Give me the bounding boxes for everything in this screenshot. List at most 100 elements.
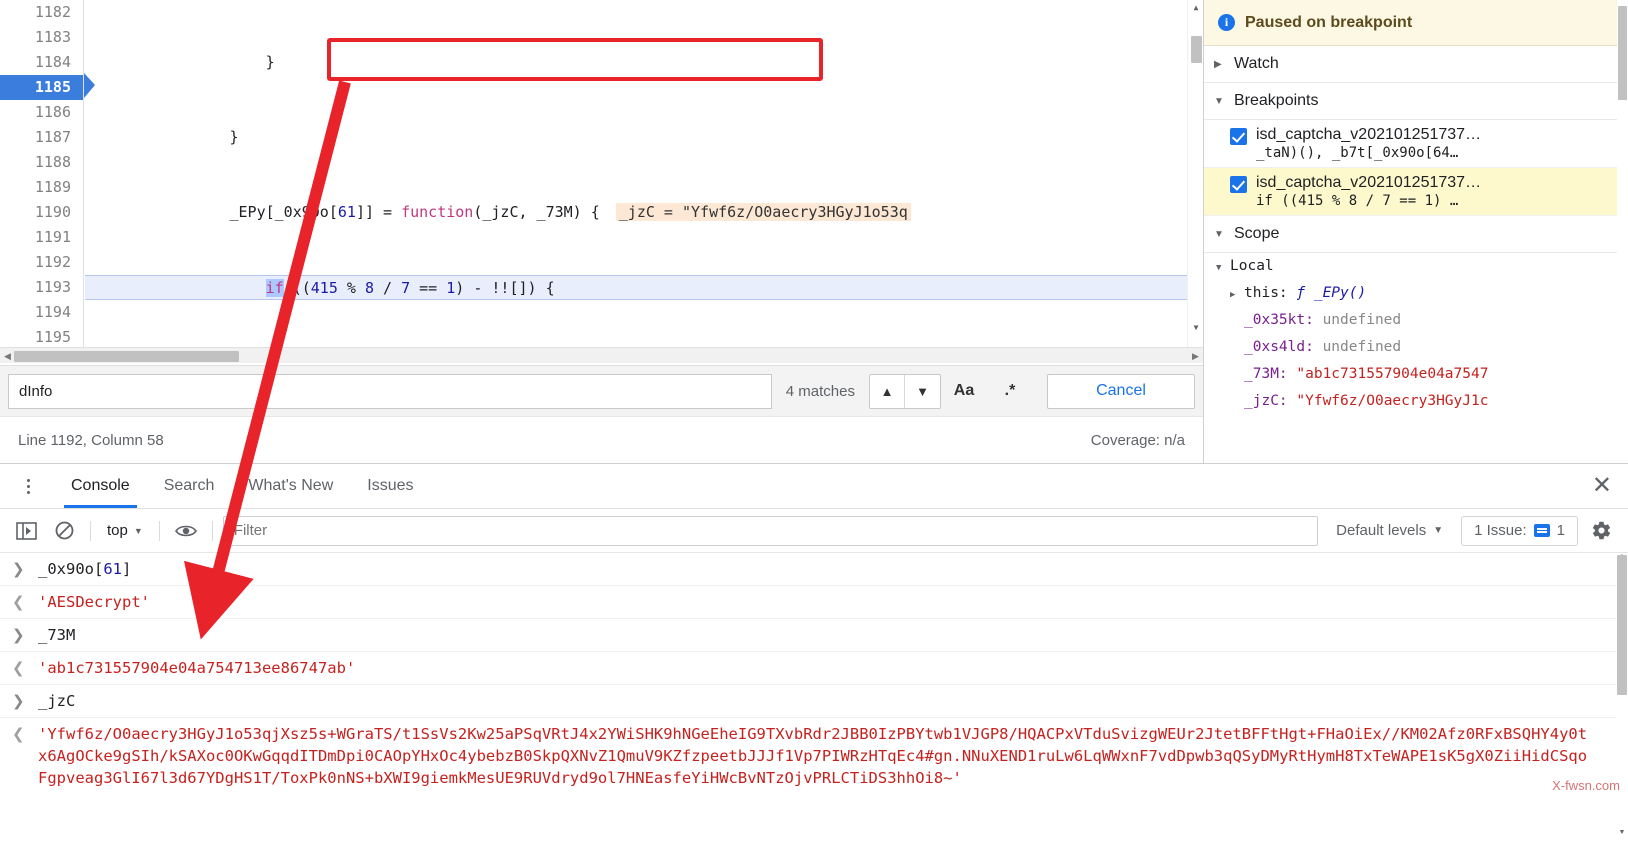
code-horizontal-scrollbar[interactable]: ◀ ▶	[0, 347, 1203, 363]
scroll-up-icon[interactable]: ▲	[1188, 1, 1203, 15]
code-line: }	[85, 53, 275, 71]
source-search-bar: 4 matches ▲ ▼ Aa .* Cancel	[0, 365, 1203, 416]
code-line: }	[85, 128, 239, 146]
scope-var-name: this:	[1244, 285, 1288, 301]
scroll-down-icon[interactable]: ▼	[1616, 829, 1628, 841]
breakpoint-checkbox[interactable]	[1230, 128, 1247, 145]
search-next-button[interactable]: ▼	[905, 375, 940, 408]
scope-row[interactable]: _0x35kt: undefined	[1216, 307, 1628, 334]
scope-label: Scope	[1234, 225, 1280, 242]
search-match-count: 4 matches	[785, 382, 855, 400]
line-number[interactable]: 1191	[0, 225, 83, 250]
execution-context-selector[interactable]: top ▼	[101, 522, 149, 539]
console-result: 'ab1c731557904e04a754713ee86747ab'	[38, 659, 356, 677]
line-number[interactable]: 1182	[0, 0, 83, 25]
scope-var-value: "Yfwf6z/O0aecry3HGyJ1c	[1296, 393, 1489, 409]
filter-input[interactable]	[222, 515, 1319, 546]
cursor-position-label: Line 1192, Column 58	[18, 431, 164, 449]
console-input-row[interactable]: ❯ _0x90o[61]	[0, 553, 1628, 586]
console-number: 61	[103, 560, 122, 578]
chevron-down-icon: ▼	[1433, 525, 1444, 536]
live-expression-icon[interactable]	[170, 516, 202, 546]
scope-section-header[interactable]: ▼ Scope	[1204, 216, 1628, 253]
scope-group-local[interactable]: ▼ Local	[1216, 253, 1628, 280]
paused-on-breakpoint-banner: i Paused on breakpoint	[1204, 0, 1628, 46]
scope-row[interactable]: _73M: "ab1c731557904e04a7547	[1216, 361, 1628, 388]
scrollbar-thumb[interactable]	[1191, 36, 1202, 63]
line-number[interactable]: 1187	[0, 125, 83, 150]
line-number[interactable]: 1189	[0, 175, 83, 200]
line-number[interactable]: 1183	[0, 25, 83, 50]
inline-evaluation-tooltip: _jzC = "Yfwf6z/O0aecry3HGyJ1o53q	[615, 203, 911, 221]
breakpoint-checkbox[interactable]	[1230, 176, 1247, 193]
console-vertical-scrollbar[interactable]: ▲ ▼	[1616, 553, 1628, 841]
line-number[interactable]: 1195	[0, 325, 83, 347]
line-number[interactable]: 1184	[0, 50, 83, 75]
tab-issues[interactable]: Issues	[350, 464, 430, 508]
breakpoint-text: isd_captcha_v202101251737… if ((415 % 8 …	[1256, 174, 1481, 209]
scroll-left-icon[interactable]: ◀	[3, 352, 12, 361]
scope-row[interactable]: _0xs4ld: undefined	[1216, 334, 1628, 361]
selected-token: if	[265, 279, 284, 297]
watch-label: Watch	[1234, 55, 1279, 72]
close-icon[interactable]: ✕	[1592, 474, 1612, 498]
line-number[interactable]: 1190	[0, 200, 83, 225]
breakpoints-section-header[interactable]: ▼ Breakpoints	[1204, 83, 1628, 120]
console-result: 'Yfwf6z/O0aecry3HGyJ1o53qjXsz5s+WGraTS/t…	[38, 725, 1588, 787]
line-number[interactable]: 1192	[0, 250, 83, 275]
log-levels-selector[interactable]: Default levels ▼	[1324, 522, 1455, 539]
scrollbar-thumb[interactable]	[1618, 6, 1627, 100]
code-lines: } } _EPy[_0x90o[61]] = function(_jzC, _7…	[85, 0, 1203, 347]
line-number-gutter[interactable]: 1182 1183 1184 1185 1186 1187 1188 1189 …	[0, 0, 84, 347]
search-prev-button[interactable]: ▲	[870, 374, 905, 408]
line-number[interactable]: 1194	[0, 300, 83, 325]
scope-row-this[interactable]: ▶ this: ƒ _EPy()	[1216, 280, 1628, 307]
scope-var-value: undefined	[1322, 339, 1402, 355]
more-options-icon[interactable]	[14, 478, 42, 494]
scope-group-label: Local	[1230, 258, 1274, 274]
tab-console[interactable]: Console	[54, 464, 147, 508]
console-expression: _0x90o[61]	[38, 560, 132, 578]
console-toolbar: top ▼ Default levels ▼ 1 Issue: 1	[0, 509, 1628, 553]
line-number-active[interactable]: 1185	[0, 75, 83, 100]
search-input[interactable]	[8, 373, 772, 409]
clear-console-icon[interactable]	[48, 516, 80, 546]
tab-whats-new[interactable]: What's New	[231, 464, 350, 508]
tab-search[interactable]: Search	[147, 464, 232, 508]
scroll-right-icon[interactable]: ▶	[1191, 352, 1200, 361]
breakpoint-item[interactable]: isd_captcha_v202101251737… _taN)(), _b7t…	[1204, 120, 1628, 168]
line-number[interactable]: 1193	[0, 275, 83, 300]
console-output-row: ❮ 'ab1c731557904e04a754713ee86747ab'	[0, 652, 1628, 685]
console-output-row: ❮ 'Yfwf6z/O0aecry3HGyJ1o53qjXsz5s+WGraTS…	[0, 718, 1628, 794]
console-input-marker: ❯	[12, 692, 25, 710]
scroll-down-icon[interactable]: ▼	[1188, 321, 1203, 335]
line-number[interactable]: 1186	[0, 100, 83, 125]
code-line-active: if ((415 % 8 / 7 == 1) - !![]) {	[85, 275, 1203, 300]
scope-var-name: _0xs4ld:	[1244, 339, 1314, 355]
watch-section-header[interactable]: ▶ Watch	[1204, 46, 1628, 83]
gear-icon[interactable]	[1584, 516, 1618, 546]
line-number[interactable]: 1188	[0, 150, 83, 175]
code-editor[interactable]: 1182 1183 1184 1185 1186 1187 1188 1189 …	[0, 0, 1203, 347]
match-case-toggle[interactable]: Aa	[941, 374, 987, 409]
scope-var-value: "ab1c731557904e04a7547	[1296, 366, 1489, 382]
console-output-marker: ❮	[12, 725, 25, 743]
issues-button[interactable]: 1 Issue: 1	[1461, 515, 1578, 546]
scope-var-name: _0x35kt:	[1244, 312, 1314, 328]
chevron-down-icon: ▼	[1216, 263, 1222, 273]
scope-row[interactable]: _jzC: "Yfwf6z/O0aecry3HGyJ1c	[1216, 388, 1628, 415]
console-input-row[interactable]: ❯ _73M	[0, 619, 1628, 652]
console-sidebar-icon[interactable]	[10, 516, 42, 546]
issues-count: 1	[1556, 522, 1565, 539]
drawer-tab-bar: Console Search What's New Issues ✕	[0, 464, 1628, 509]
code-vertical-scrollbar[interactable]: ▲ ▼	[1187, 0, 1203, 347]
scrollbar-thumb[interactable]	[14, 351, 239, 362]
breakpoint-item-selected[interactable]: isd_captcha_v202101251737… if ((415 % 8 …	[1204, 168, 1628, 216]
scrollbar-thumb[interactable]	[1617, 555, 1627, 695]
cancel-button[interactable]: Cancel	[1047, 373, 1195, 409]
sidebar-vertical-scrollbar[interactable]	[1617, 0, 1628, 463]
sources-panel: 1182 1183 1184 1185 1186 1187 1188 1189 …	[0, 0, 1203, 363]
regex-toggle[interactable]: .*	[987, 374, 1033, 409]
console-input-row[interactable]: ❯ _jzC	[0, 685, 1628, 718]
scope-var-value: undefined	[1322, 312, 1402, 328]
